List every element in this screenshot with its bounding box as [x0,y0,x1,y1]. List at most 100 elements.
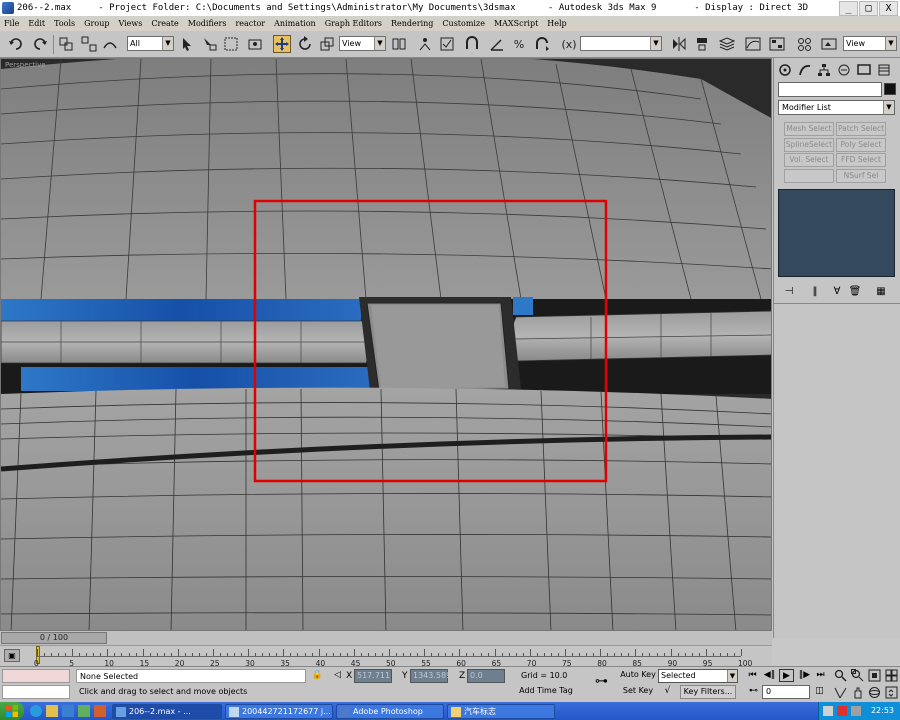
time-slider-thumb[interactable]: 0 / 100 [1,632,107,644]
go-to-start-icon[interactable]: ⏮ [745,669,760,682]
add-time-tag-button[interactable]: Add Time Tag [518,685,574,699]
current-frame-field[interactable]: 0 [762,685,810,699]
y-coordinate-field[interactable]: 1343.589 [410,669,451,683]
next-frame-icon[interactable]: ‖▶ [797,669,812,682]
set-key-icon[interactable]: ⊶ [594,675,609,688]
vol-select-button[interactable]: Vol. Select [784,153,834,167]
perspective-viewport[interactable]: Perspective [0,58,772,631]
material-editor-icon[interactable] [796,35,814,53]
spline-select-button[interactable]: SplineSelect [784,138,834,152]
open-mini-curve-editor-icon[interactable]: ▣ [4,649,20,662]
menu-group[interactable]: Group [84,17,109,31]
ffd-select-button[interactable]: FFD Select [836,153,886,167]
menu-views[interactable]: Views [118,17,142,31]
mirror-icon[interactable] [670,35,688,53]
go-to-end-icon[interactable]: ⏭ [813,669,828,682]
desktop-quicklaunch-icon[interactable] [62,705,74,717]
network-tray-icon[interactable] [823,706,833,716]
maximize-button[interactable]: □ [859,1,878,16]
select-by-name-icon[interactable] [200,35,218,53]
render-view-dropdown[interactable]: View ▼ [843,36,897,51]
menu-help[interactable]: Help [547,17,566,31]
modifier-stack[interactable] [778,189,895,277]
key-filters-button[interactable]: Key Filters... [680,685,736,699]
angle-snap-toggle-icon[interactable] [488,35,506,53]
minimize-button[interactable]: _ [839,1,858,16]
maximize-viewport-icon[interactable] [884,685,899,700]
show-end-result-icon[interactable]: ‖ [808,284,822,298]
select-and-manipulate-icon[interactable] [416,35,434,53]
window-crossing-icon[interactable] [246,35,264,53]
pan-view-icon[interactable] [850,685,865,700]
rectangular-selection-icon[interactable] [222,35,240,53]
pin-stack-icon[interactable]: ⊣ [782,284,796,298]
unlink-selection-icon[interactable] [80,35,98,53]
play-icon[interactable]: ▶ [779,669,794,682]
redo-icon[interactable] [31,35,49,53]
arc-rotate-icon[interactable] [867,685,882,700]
viewport-label[interactable]: Perspective [5,61,46,69]
time-configuration-icon[interactable]: ◫ [812,685,827,698]
zoom-all-icon[interactable] [850,668,865,683]
schematic-view-icon[interactable] [768,35,786,53]
menu-file[interactable]: File [4,17,19,31]
task-photoshop[interactable]: Adobe Photoshop [336,704,444,719]
select-and-rotate-icon[interactable] [296,35,314,53]
media-quicklaunch-icon[interactable] [78,705,90,717]
default-in-out-tangents-icon[interactable]: √ [660,685,675,698]
antivirus-tray-icon[interactable] [837,706,847,716]
zoom-icon[interactable] [833,668,848,683]
align-icon[interactable] [693,35,711,53]
percent-snap-toggle-icon[interactable]: % [510,35,528,53]
absolute-mode-transform-icon[interactable]: ◁ [330,669,345,682]
object-color-swatch[interactable] [884,83,896,95]
zoom-extents-all-icon[interactable] [884,668,899,683]
mesh-select-button[interactable]: Mesh Select [784,122,834,136]
explorer-quicklaunch-icon[interactable] [46,705,58,717]
modifier-list-dropdown[interactable]: Modifier List ▼ [778,100,895,115]
layer-manager-icon[interactable] [718,35,736,53]
key-mode-dropdown[interactable]: Selected ▼ [658,669,738,683]
previous-frame-icon[interactable]: ◀‖ [762,669,777,682]
patch-select-button[interactable]: Patch Select [836,122,886,136]
nsurf-sel-button[interactable]: NSurf Sel [836,169,886,183]
set-key-button[interactable]: Set Key [620,685,656,699]
menu-create[interactable]: Create [151,17,178,31]
reference-coordinate-dropdown[interactable]: View ▼ [339,36,386,51]
menu-rendering[interactable]: Rendering [391,17,433,31]
use-pivot-center-icon[interactable] [390,35,408,53]
undo-icon[interactable] [7,35,25,53]
motion-tab-icon[interactable] [836,62,852,78]
create-tab-icon[interactable] [777,62,793,78]
named-selection-dropdown[interactable]: ▼ [580,36,662,51]
select-object-icon[interactable] [178,35,196,53]
render-scene-icon[interactable] [820,35,838,53]
select-and-move-icon[interactable] [273,35,291,53]
spinner-snap-toggle-icon[interactable] [533,35,551,53]
field-of-view-icon[interactable] [833,685,848,700]
app-icon[interactable] [2,2,14,14]
task-folder[interactable]: 汽车标志 [447,704,555,719]
menu-graph-editors[interactable]: Graph Editors [325,17,382,31]
ie-quicklaunch-icon[interactable] [30,705,42,717]
start-button[interactable] [0,702,24,720]
z-coordinate-field[interactable]: 0.0 [467,669,505,683]
utilities-tab-icon[interactable] [876,62,892,78]
time-slider[interactable]: 0 / 100 [0,631,772,645]
edit-named-selection-icon[interactable]: (x) [560,35,578,53]
selection-filter-dropdown[interactable]: All ▼ [127,36,174,51]
app-quicklaunch-icon[interactable] [94,705,106,717]
menu-modifiers[interactable]: Modifiers [188,17,227,31]
x-coordinate-field[interactable]: 517.711 [354,669,392,683]
menu-edit[interactable]: Edit [28,17,45,31]
modify-tab-icon[interactable] [797,62,813,78]
menu-reactor[interactable]: reactor [235,17,265,31]
auto-key-button[interactable]: Auto Key [620,669,656,683]
maxscript-listener-mini[interactable] [2,669,70,683]
empty-modifier-button[interactable] [784,169,834,183]
display-tab-icon[interactable] [856,62,872,78]
make-unique-icon[interactable]: ∀ [830,284,844,298]
configure-modifier-sets-icon[interactable]: ▦ [874,284,888,298]
zoom-extents-icon[interactable] [867,668,882,683]
select-and-scale-icon[interactable] [318,35,336,53]
